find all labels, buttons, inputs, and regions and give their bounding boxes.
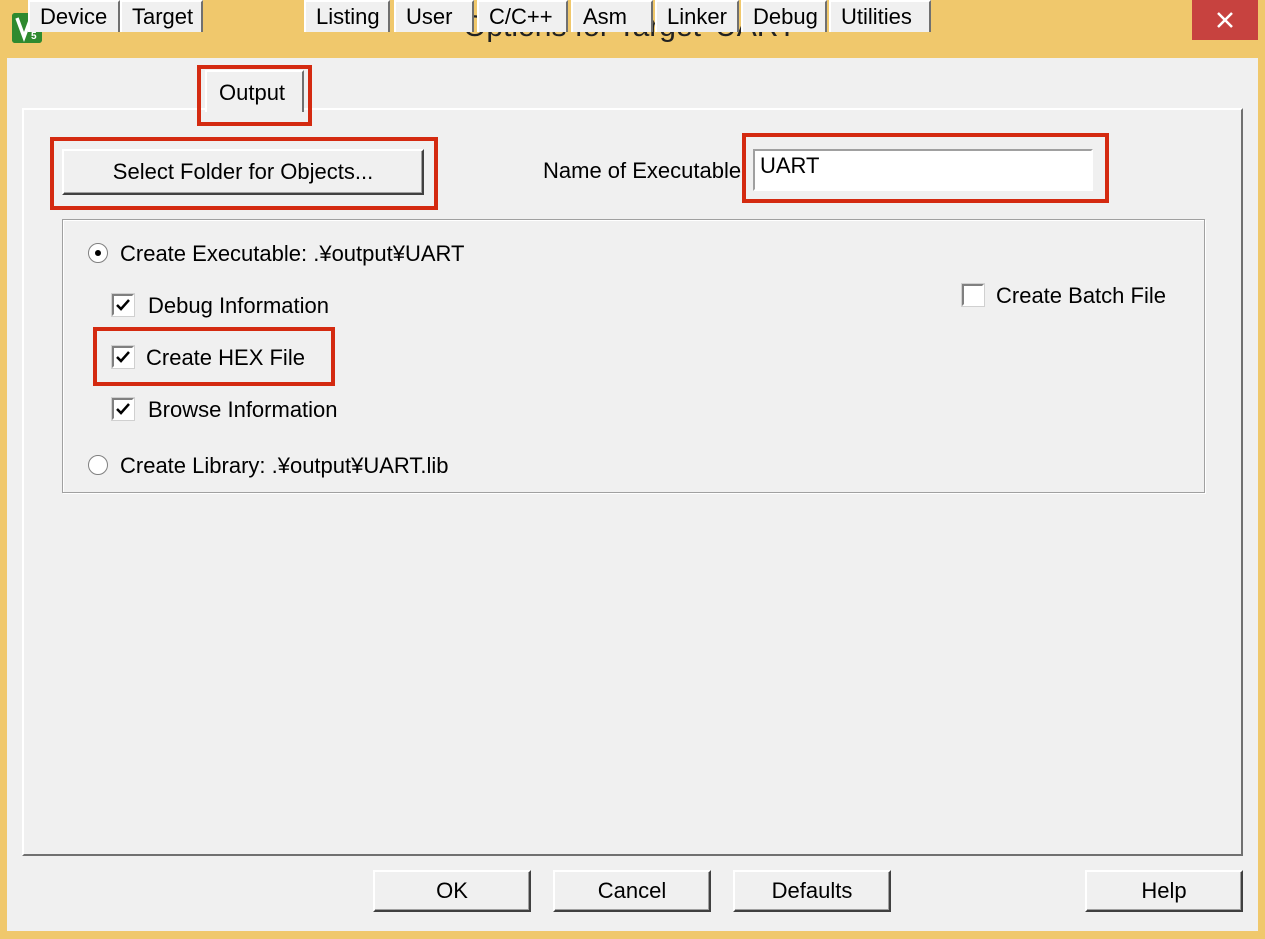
tab-utilities[interactable]: Utilities [829,0,931,32]
tab-output[interactable]: Output [205,70,304,112]
create-batch-file-checkbox[interactable] [962,284,984,306]
name-of-executable-label: Name of Executable: [543,158,748,183]
ok-button[interactable]: OK [373,870,531,912]
tab-linker[interactable]: Linker [655,0,739,32]
create-hex-file-label: Create HEX File [146,345,305,370]
debug-information-label: Debug Information [148,293,329,318]
close-button[interactable] [1192,0,1258,40]
help-button[interactable]: Help [1085,870,1243,912]
create-library-label: Create Library: .¥output¥UART.lib [120,453,449,478]
tab-user[interactable]: User [394,0,474,32]
defaults-button[interactable]: Defaults [733,870,891,912]
create-executable-label: Create Executable: .¥output¥UART [120,241,465,266]
tab-target[interactable]: Target [120,0,203,32]
tab-debug[interactable]: Debug [741,0,827,32]
create-library-radio[interactable] [88,455,108,475]
browse-information-label: Browse Information [148,397,338,422]
radio-selected-dot [95,250,101,256]
close-icon [1217,12,1233,28]
checkmark-icon [116,351,130,363]
browse-information-checkbox[interactable] [112,398,134,420]
debug-information-checkbox[interactable] [112,294,134,316]
tab-device[interactable]: Device [28,0,120,32]
cancel-button[interactable]: Cancel [553,870,711,912]
create-executable-radio[interactable] [88,243,108,263]
checkmark-icon [116,299,130,311]
dialog-window: 5 Options for Target 'UART' Device Targe… [0,0,1265,939]
select-folder-button[interactable]: Select Folder for Objects... [62,149,424,195]
tab-asm[interactable]: Asm [571,0,653,32]
tab-listing[interactable]: Listing [304,0,390,32]
checkmark-icon [116,403,130,415]
create-batch-file-label: Create Batch File [996,283,1166,308]
create-hex-file-checkbox[interactable] [112,346,134,368]
tab-c-cpp[interactable]: C/C++ [477,0,568,32]
name-of-executable-input[interactable]: UART [753,149,1093,191]
